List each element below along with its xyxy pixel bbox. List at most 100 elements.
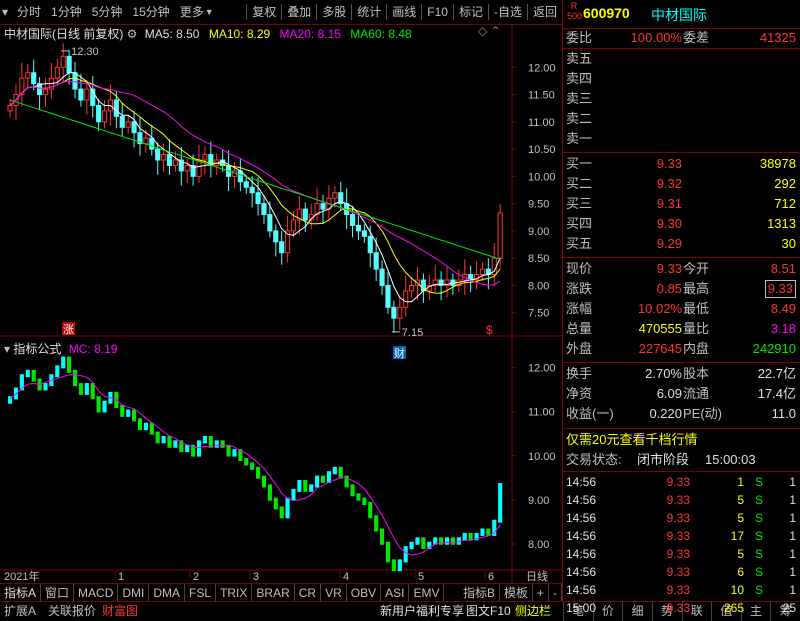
promo-text[interactable]: 仅需20元查看千档行情 [566, 430, 697, 450]
indicator-tab[interactable]: + [533, 584, 549, 602]
period-tab-1min[interactable]: 1分钟 [46, 0, 87, 24]
indicator-tab[interactable]: OBV [347, 584, 382, 602]
f10-button[interactable]: F10 [422, 0, 453, 24]
indicator-axis-label: 11.00 [528, 407, 555, 419]
quote-value: 470555 [638, 321, 682, 336]
indicator-bar [167, 435, 172, 448]
draw-line-button[interactable]: 画线 [387, 0, 421, 24]
quote-label: 现价 [566, 261, 593, 276]
indicator-tab[interactable]: EMV [409, 584, 445, 602]
indicator-tab[interactable]: 窗口 [41, 584, 75, 602]
indicator-bar [338, 466, 343, 479]
buy-level-label: 买一 [566, 156, 593, 171]
indicator-tab[interactable]: 指标A [0, 584, 42, 602]
dropdown-icon[interactable]: ▾ [0, 5, 12, 19]
indicator-bar [132, 409, 137, 422]
candle-body [54, 66, 60, 79]
fundamental-value: 6.09 [656, 386, 682, 401]
indicator-bar [137, 418, 143, 431]
price-axis-label: 12.00 [528, 62, 556, 74]
indicator-tab[interactable]: FSL [185, 584, 217, 602]
weicha-label: 委差 [683, 30, 710, 45]
period-tab-5min[interactable]: 5分钟 [87, 0, 128, 24]
quote-value-2: 9.33 [764, 280, 796, 298]
divider [563, 362, 800, 363]
indicator-tab[interactable]: ASI [381, 584, 410, 602]
buy-level-row[interactable]: 买五 9.29 30 [563, 234, 800, 254]
candle-body [161, 154, 167, 161]
fundamental-label-2: PE(动) [683, 406, 723, 421]
candle-body [385, 284, 391, 308]
candle-body [119, 115, 125, 128]
indicator-bar [244, 458, 249, 466]
candle-body [196, 159, 202, 177]
indicator-bar [25, 369, 30, 378]
overlay-button[interactable]: 叠加 [282, 0, 316, 24]
fuquan-button[interactable]: 复权 [247, 0, 281, 24]
candle-body [290, 219, 297, 232]
tick-row: 14:56 9.33 5 S 1 [563, 491, 800, 509]
date-axis-month: 5 [418, 571, 424, 583]
indicator-bar [320, 475, 326, 484]
indicator-tab[interactable]: DMA [149, 584, 186, 602]
remove-watchlist-button[interactable]: -自选 [489, 0, 527, 24]
status-f10-graphic[interactable]: 图文F10 [466, 602, 511, 621]
mark-button[interactable]: 标记 [454, 0, 488, 24]
indicator-bar [261, 475, 267, 488]
settings-icon[interactable]: ⚙ [127, 27, 138, 41]
candle-body [202, 154, 208, 161]
status-new-user-promo[interactable]: 新用户福利专享 [380, 602, 464, 621]
tick-time: 14:56 [566, 493, 597, 507]
quote-value: 0.85 [656, 281, 682, 296]
kline-chart-area[interactable]: 12.00 11.50 11.00 10.50 10.00 9.50 9.00 8.50 8.0… [0, 24, 562, 583]
indicator-tab[interactable]: - [549, 584, 562, 602]
period-tab-more[interactable]: 更多 [175, 0, 209, 24]
chart-options-icons[interactable]: ◇ ⌃ [478, 24, 501, 38]
indicator-collapse-icon[interactable]: ▾ [4, 342, 10, 356]
status-expand[interactable]: 扩展A [4, 602, 36, 621]
status-sidebar[interactable]: 侧边栏 [515, 602, 551, 621]
buy-level-row[interactable]: 买二 9.32 292 [563, 174, 800, 194]
indicator-tab[interactable]: MACD [74, 584, 119, 602]
indicator-tab[interactable]: BRAR [252, 584, 295, 602]
period-tab-15min[interactable]: 15分钟 [127, 0, 174, 24]
buy-level-row[interactable]: 买三 9.31 712 [563, 194, 800, 214]
indicator-tab[interactable]: VR [321, 584, 347, 602]
stats-button[interactable]: 统计 [352, 0, 386, 24]
indicator-title[interactable]: 指标公式 [13, 342, 61, 356]
stock-header: R 500 600970 中材国际 [563, 0, 800, 29]
indicator-tab[interactable]: CR [295, 584, 322, 602]
tick-price: 9.33 [666, 529, 690, 543]
sell-level-label: 卖四 [566, 71, 593, 86]
tick-time: 14:56 [566, 475, 597, 489]
sell-level-row: 卖一 [563, 129, 800, 149]
candle-body [25, 72, 31, 79]
trade-status-row: 交易状态: 闭市阶段 15:00:03 [563, 450, 800, 470]
indicator-bar [226, 444, 231, 457]
indicator-tab[interactable]: 模板 [500, 584, 533, 602]
buy-level-price: 9.30 [656, 216, 682, 231]
status-wealth-chart[interactable]: 财富图 [102, 602, 138, 621]
indicator-tab[interactable]: 指标B [459, 584, 500, 602]
candle-body [155, 148, 161, 161]
indicator-tab[interactable]: TRIX [216, 584, 253, 602]
tick-count: 1 [789, 493, 796, 507]
status-related-quotes[interactable]: 关联报价 [48, 602, 96, 621]
indicator-bar [232, 449, 237, 457]
candle-body [249, 186, 255, 194]
indicator-bar [143, 422, 148, 431]
multi-stock-button[interactable]: 多股 [317, 0, 351, 24]
indicator-tab[interactable]: DMI [118, 584, 150, 602]
candle-body [497, 212, 503, 259]
period-tab-fenshi[interactable]: 分时 [12, 0, 46, 24]
indicator-bar [291, 488, 296, 501]
back-button[interactable]: 返回 [528, 0, 562, 24]
promo-row[interactable]: 仅需20元查看千档行情 [563, 430, 800, 450]
candle-body [125, 121, 131, 128]
indicator-bar [126, 409, 131, 417]
tick-time: 14:56 [566, 529, 597, 543]
buy-level-row[interactable]: 买四 9.30 1313 [563, 214, 800, 234]
sell-level-label: 卖一 [566, 131, 593, 146]
indicator-bar [208, 435, 213, 448]
buy-level-row[interactable]: 买一 9.33 38978 [563, 154, 800, 174]
